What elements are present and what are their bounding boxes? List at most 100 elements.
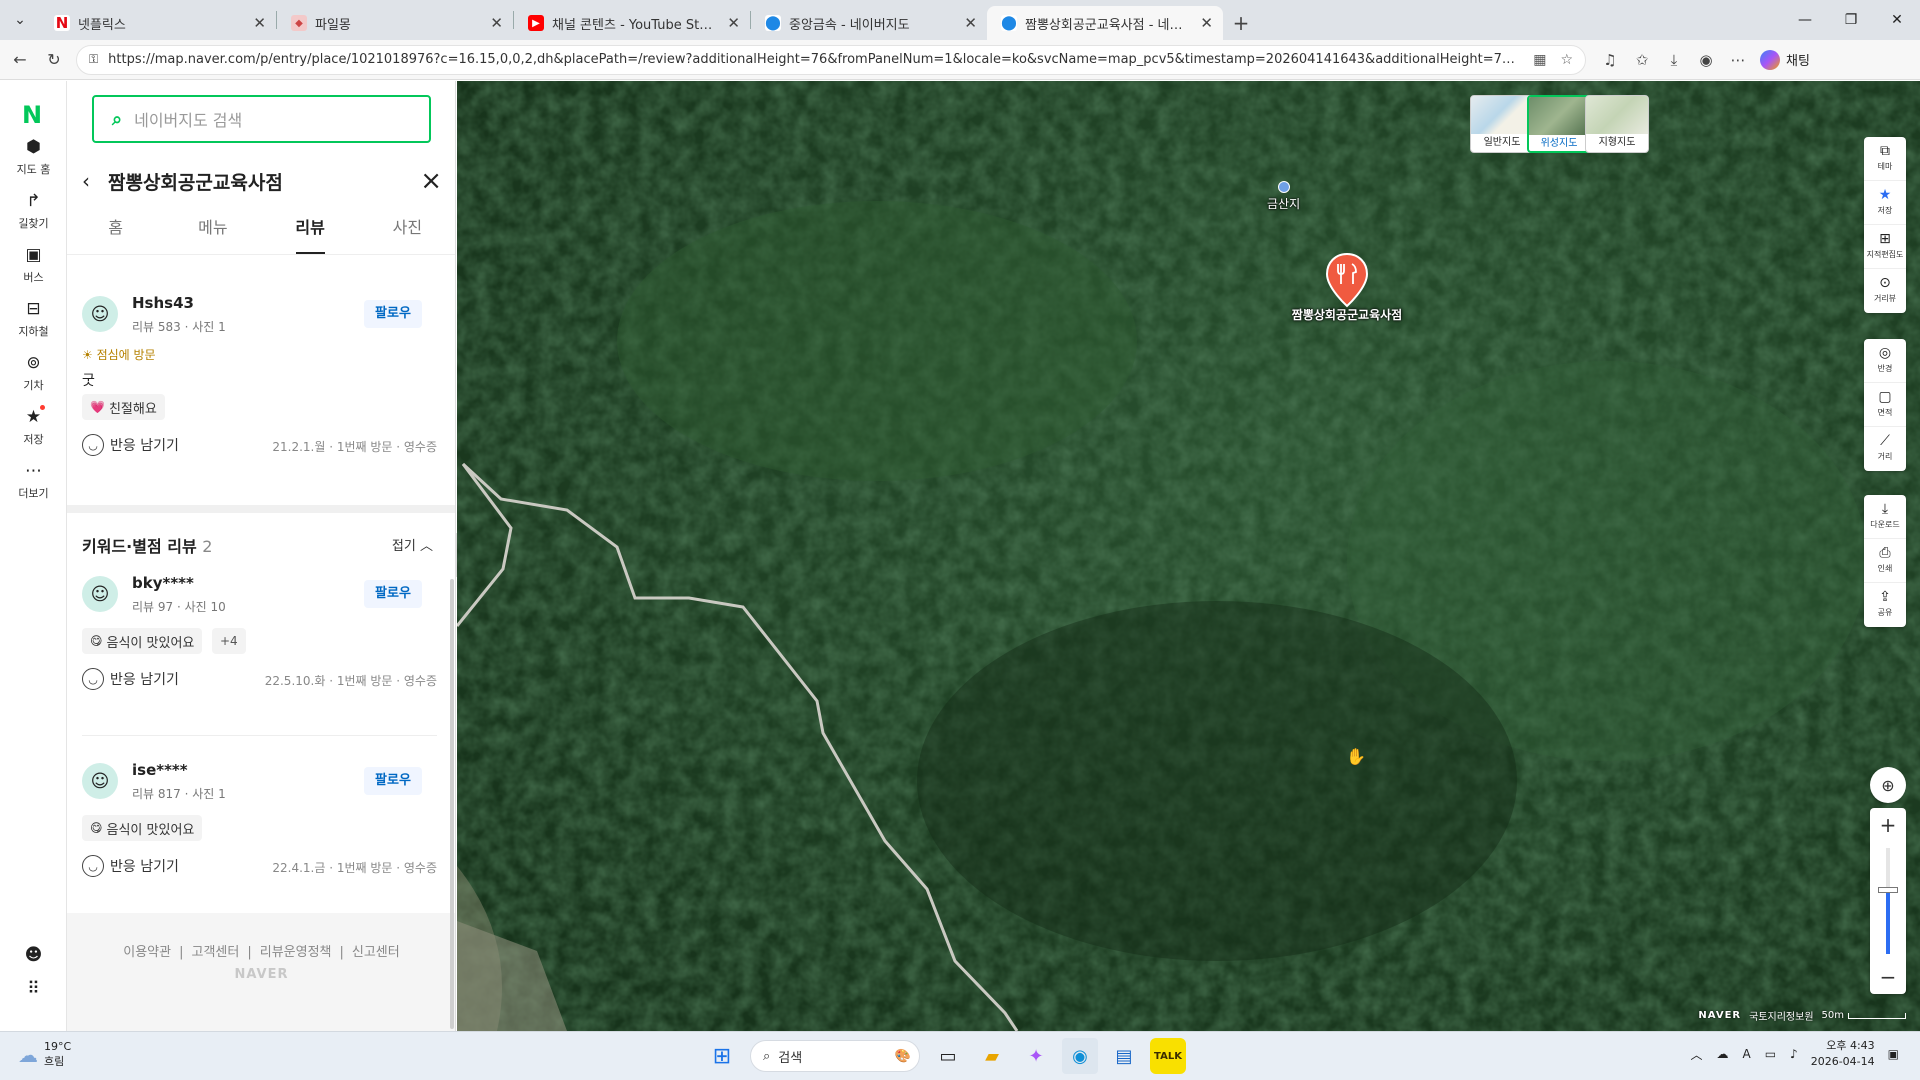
reload-icon[interactable]: ↻	[40, 46, 68, 74]
tool-streetview[interactable]: ⊙ 거리뷰	[1864, 269, 1906, 313]
map-poi[interactable]: 금산지	[1267, 181, 1300, 212]
edge-browser-icon[interactable]: ◉	[1062, 1038, 1098, 1074]
map-type-normal[interactable]: 일반지도	[1470, 95, 1534, 153]
tab-menu[interactable]: 메뉴	[164, 201, 261, 254]
tab-home[interactable]: 홈	[67, 201, 164, 254]
review-username[interactable]: Hshs43	[132, 294, 194, 312]
start-icon[interactable]: ⊞	[704, 1038, 740, 1074]
avatar[interactable]: ☺	[82, 763, 118, 799]
avatar[interactable]: ☺	[82, 576, 118, 612]
network-icon[interactable]: ▭	[1765, 1047, 1776, 1061]
minimize-icon[interactable]: —	[1782, 0, 1828, 40]
weather-widget[interactable]: ☁ 19°C 흐림	[18, 1040, 71, 1069]
footer-link[interactable]: 신고센터	[352, 945, 400, 960]
read-aloud-icon[interactable]: ♫	[1594, 51, 1626, 69]
show-hidden-icons-icon[interactable]: ︿	[1690, 1046, 1702, 1063]
footer-link[interactable]: 이용약관	[123, 945, 171, 960]
zoom-slider[interactable]	[1878, 848, 1898, 954]
new-tab-button[interactable]: +	[1223, 6, 1259, 40]
rail-item-subway[interactable]: ⊟ 지하철	[0, 299, 67, 339]
tool-distance[interactable]: ⟋ 거리	[1864, 427, 1906, 471]
follow-button[interactable]: 팔로우	[364, 580, 422, 608]
zoom-in-button[interactable]: +	[1870, 808, 1906, 842]
favorites-icon[interactable]: ✩	[1626, 51, 1658, 69]
volume-icon[interactable]: ♪	[1790, 1047, 1798, 1061]
favorite-star-icon[interactable]: ☆	[1560, 52, 1573, 68]
url-field[interactable]: ⚿ https://map.naver.com/p/entry/place/10…	[76, 44, 1586, 75]
rail-item-more[interactable]: ⋯ 더보기	[0, 461, 67, 501]
naver-logo[interactable]: N	[22, 103, 46, 127]
follow-button[interactable]: 팔로우	[364, 767, 422, 795]
browser-tab[interactable]: N 넷플릭스 ✕	[40, 6, 276, 40]
close-tab-icon[interactable]: ✕	[253, 14, 266, 32]
leave-reaction-button[interactable]: ◡ 반응 남기기	[82, 855, 179, 877]
rail-item-bus[interactable]: ▣ 버스	[0, 245, 67, 285]
map-type-satellite[interactable]: 위성지도	[1527, 95, 1591, 153]
tool-cadastral[interactable]: ⊞ 지적편집도	[1864, 225, 1906, 269]
clock[interactable]: 오후 4:43 2026-04-14	[1811, 1038, 1875, 1070]
close-window-icon[interactable]: ✕	[1874, 0, 1920, 40]
back-icon[interactable]: ←	[6, 46, 34, 74]
close-tab-icon[interactable]: ✕	[1200, 14, 1213, 32]
kakaotalk-icon[interactable]: TALK	[1150, 1038, 1186, 1074]
map-type-terrain[interactable]: 지형지도	[1585, 95, 1649, 153]
zoom-knob[interactable]	[1878, 887, 1898, 894]
rail-item-train[interactable]: ⊚ 기차	[0, 353, 67, 393]
tool-radius[interactable]: ◎ 반경	[1864, 339, 1906, 383]
close-tab-icon[interactable]: ✕	[490, 14, 503, 32]
back-arrow-icon[interactable]: ‹	[82, 169, 108, 193]
tab-actions-menu-icon[interactable]: ⌄	[0, 0, 40, 40]
leave-reaction-button[interactable]: ◡ 반응 남기기	[82, 668, 179, 690]
rail-item-saved[interactable]: ★ 저장	[0, 405, 67, 447]
more-keywords-badge[interactable]: +4	[212, 628, 246, 654]
restaurant-marker-icon[interactable]	[1325, 252, 1369, 308]
browser-tab[interactable]: ▶ 채널 콘텐츠 - YouTube Studio ✕	[514, 6, 750, 40]
taskbar-search[interactable]: ⌕ 검색 🎨	[750, 1040, 920, 1072]
browser-tab-active[interactable]: ⬤ 짬뽕상회공군교육사점 - 네이버지 ✕	[987, 6, 1223, 40]
notifications-icon[interactable]: ▣	[1888, 1047, 1899, 1061]
browser-tab[interactable]: ◆ 파일몽 ✕	[277, 6, 513, 40]
review-username[interactable]: bky****	[132, 574, 194, 592]
rail-item-directions[interactable]: ↱ 길찾기	[0, 191, 67, 231]
rail-item-map-home[interactable]: ⬢ 지도 홈	[0, 137, 67, 177]
site-info-icon[interactable]: ⚿	[89, 52, 98, 67]
task-view-icon[interactable]: ▭	[930, 1038, 966, 1074]
leave-reaction-button[interactable]: ◡ 반응 남기기	[82, 434, 179, 456]
restore-icon[interactable]: ❐	[1828, 0, 1874, 40]
tool-save[interactable]: ★ 저장	[1864, 181, 1906, 225]
more-icon[interactable]: ⋯	[1722, 51, 1754, 69]
close-tab-icon[interactable]: ✕	[727, 14, 740, 32]
apps-grid-icon[interactable]: ⠿	[0, 979, 67, 1003]
fold-button[interactable]: 접기 ︿	[392, 535, 433, 554]
file-explorer-icon[interactable]: ▰	[974, 1038, 1010, 1074]
store-icon[interactable]: ▤	[1106, 1038, 1142, 1074]
map-source[interactable]: 국토지리정보원	[1749, 1008, 1813, 1023]
app-available-icon[interactable]: ▦	[1533, 52, 1546, 68]
close-icon[interactable]: ×	[420, 166, 442, 196]
avatar[interactable]: ☺	[82, 296, 118, 332]
tool-theme[interactable]: ⧉ 테마	[1864, 137, 1906, 181]
search-input[interactable]: ⌕ 네이버지도 검색	[92, 95, 431, 143]
profile-icon[interactable]: ◉	[1690, 51, 1722, 69]
download-icon[interactable]: ⤓	[1658, 51, 1690, 69]
tab-reviews[interactable]: 리뷰	[262, 201, 359, 254]
onedrive-icon[interactable]: ☁	[1716, 1047, 1728, 1061]
copilot-chat-button[interactable]: 채팅	[1760, 49, 1810, 70]
review-username[interactable]: ise****	[132, 761, 188, 779]
tool-print[interactable]: ⎙ 인쇄	[1864, 539, 1906, 583]
tool-area[interactable]: ▢ 면적	[1864, 383, 1906, 427]
satellite-map[interactable]: 일반지도 위성지도 지형지도 ⧉ 테마 ★ 저장 ⊞ 지적편집도 ⊙ 거리뷰 ◎ 반경 ▢…	[457, 81, 1920, 1031]
panel-scrollbar[interactable]	[450, 579, 454, 1029]
zoom-out-button[interactable]: −	[1870, 960, 1906, 994]
tab-photos[interactable]: 사진	[359, 201, 455, 254]
footer-link[interactable]: 리뷰운영정책	[260, 945, 332, 960]
browser-tab[interactable]: ⬤ 중앙금속 - 네이버지도 ✕	[751, 6, 987, 40]
tool-share[interactable]: ⇪ 공유	[1864, 583, 1906, 627]
follow-button[interactable]: 팔로우	[364, 300, 422, 328]
avatar[interactable]: ☻	[0, 945, 67, 969]
my-location-button[interactable]: ⊕	[1870, 767, 1906, 803]
close-tab-icon[interactable]: ✕	[964, 14, 977, 32]
footer-link[interactable]: 고객센터	[192, 945, 240, 960]
tool-download[interactable]: ⤓ 다운로드	[1864, 495, 1906, 539]
copilot-app-icon[interactable]: ✦	[1018, 1038, 1054, 1074]
